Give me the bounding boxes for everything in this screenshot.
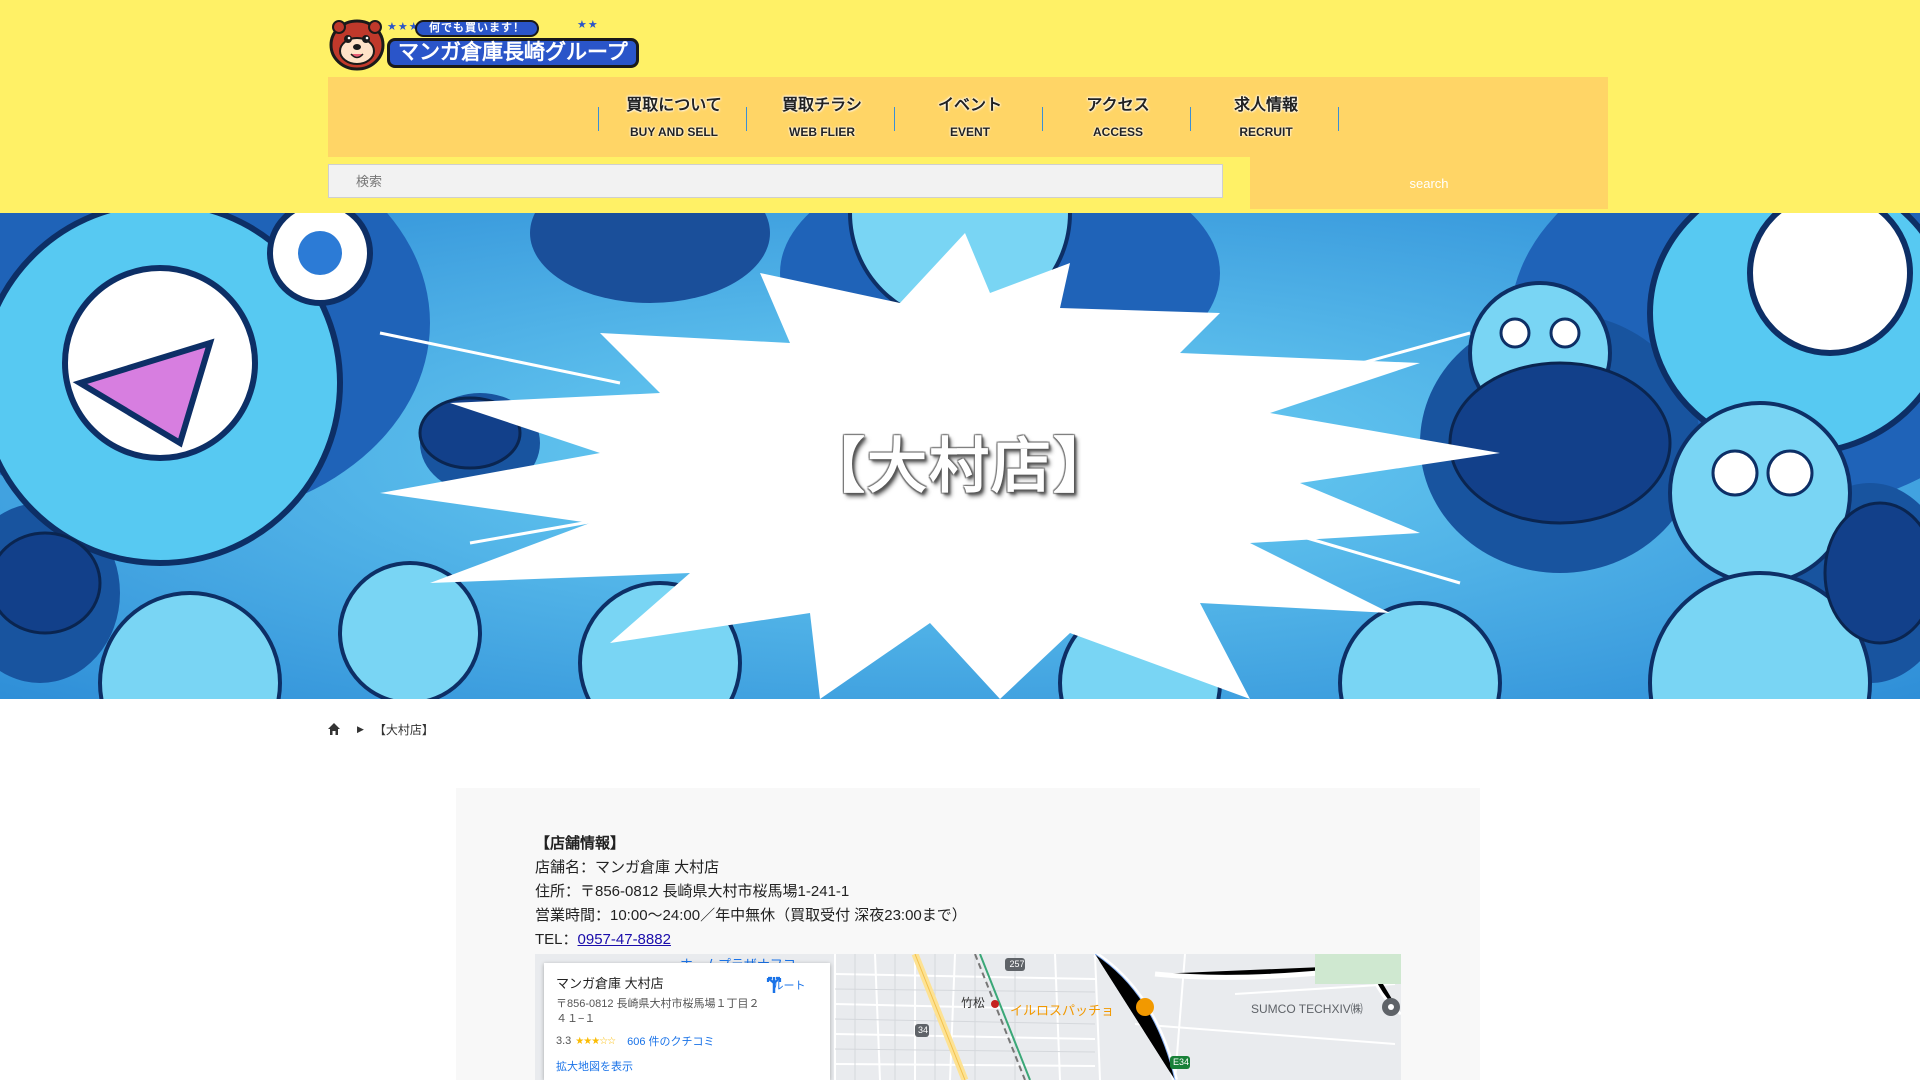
map-label-area: 竹松 [961,996,986,1010]
nav-item-label: 買取について [626,97,722,114]
nav-separator [894,107,895,131]
main-nav: 買取について BUY AND SELL 買取チラシ WEB FLIER イベント… [328,77,1608,157]
nav-item-sublabel: EVENT [949,125,990,139]
map-route-34: 34 [917,1025,928,1035]
search-input-wrapper [328,164,1223,198]
nav-item-web-flier[interactable]: 買取チラシ WEB FLIER [748,77,896,157]
map-label-restaurant[interactable]: イルロスパッチョ [1010,1000,1114,1019]
nav-item-sublabel: WEB FLIER [789,125,855,139]
map-rating-value: 3.3 [556,1035,572,1047]
nav-item-sublabel: BUY AND SELL [629,125,718,139]
store-name: 店舗名：マンガ倉庫 大村店 [535,859,720,876]
nav-item-sublabel: RECRUIT [1239,125,1293,139]
nav-separator [746,107,747,131]
star-rating-icon: ★★★☆☆ [575,1035,616,1047]
home-icon[interactable] [327,722,341,736]
tel-label: TEL： [535,931,578,948]
search-button[interactable]: search [1250,157,1608,209]
map-reviews-link[interactable]: 606 件のクチコミ [627,1033,714,1049]
nav-item-label: イベント [937,97,1002,114]
map-route-button[interactable]: ルート [764,975,814,993]
logo-name: マンガ倉庫長崎グループ [387,38,639,68]
nav-separator [1042,107,1043,131]
store-hours: 営業時間：10:00～24:00／年中無休（買取受付 深夜23:00まで） [535,907,967,924]
breadcrumb: ▶ 【大村店】 [327,719,434,739]
nav-item-sublabel: ACCESS [1092,125,1143,139]
map-place-address: 〒856-0812 長崎県大村市桜馬場１丁目２４１−１ [556,998,760,1025]
nav-item-buy-and-sell[interactable]: 買取について BUY AND SELL [600,77,748,157]
mascot-otter-icon [329,19,385,71]
store-tel: TEL：0957-47-8882 [535,928,967,952]
nav-separator [598,107,599,131]
nav-separator [1190,107,1191,131]
nav-separator [1338,107,1339,131]
nav-item-label: 買取チラシ [782,97,862,114]
store-info-heading: 【店舗情報】 [535,835,626,852]
embedded-map[interactable]: ホームプラザナフコ 竹松 イルロスパッチョ SUMCO TECHXIV㈱ 257… [535,954,1401,1080]
breadcrumb-current: 【大村店】 [373,722,434,737]
logo-tagline: 何でも買います！ [415,20,539,37]
store-address: 住所：〒856-0812 長崎県大村市桜馬場1-241-1 [535,883,850,900]
hero-banner: 【大村店】 [0,213,1920,699]
map-route-e34: E34 [1172,1057,1189,1067]
nav-item-access[interactable]: アクセス ACCESS [1044,77,1192,157]
logo-wordmark: ★★★ 何でも買います！ ★★ マンガ倉庫長崎グループ [387,16,639,72]
nav-item-recruit[interactable]: 求人情報 RECRUIT [1192,77,1340,157]
nav-item-label: 求人情報 [1233,97,1298,114]
map-enlarge-link[interactable]: 拡大地図を表示 [556,1058,818,1074]
map-info-card: マンガ倉庫 大村店 〒856-0812 長崎県大村市桜馬場１丁目２４１−１ 3.… [544,963,830,1080]
store-info: 【店舗情報】 店舗名：マンガ倉庫 大村店 住所：〒856-0812 長崎県大村市… [535,832,967,952]
triangle-right-icon: ▶ [357,723,364,734]
content-card: 【店舗情報】 店舗名：マンガ倉庫 大村店 住所：〒856-0812 長崎県大村市… [456,788,1480,1080]
directions-icon [766,976,782,993]
logo-stars-right: ★★ [577,19,599,31]
nav-item-event[interactable]: イベント EVENT [896,77,1044,157]
site-header: ★★★ 何でも買います！ ★★ マンガ倉庫長崎グループ 買取について BUY A… [0,0,1920,213]
map-rating-row: 3.3 ★★★☆☆ 606 件のクチコミ [556,1033,818,1049]
map-route-257: 257 [1009,959,1025,969]
search-input[interactable] [328,164,1223,198]
tel-link[interactable]: 0957-47-8882 [578,931,671,948]
map-label-company[interactable]: SUMCO TECHXIV㈱ [1251,1000,1363,1017]
search-bar: search [328,157,1608,209]
site-logo[interactable]: ★★★ 何でも買います！ ★★ マンガ倉庫長崎グループ [329,16,639,72]
hero-title: 【大村店】 [805,432,1115,502]
nav-item-label: アクセス [1086,97,1150,114]
